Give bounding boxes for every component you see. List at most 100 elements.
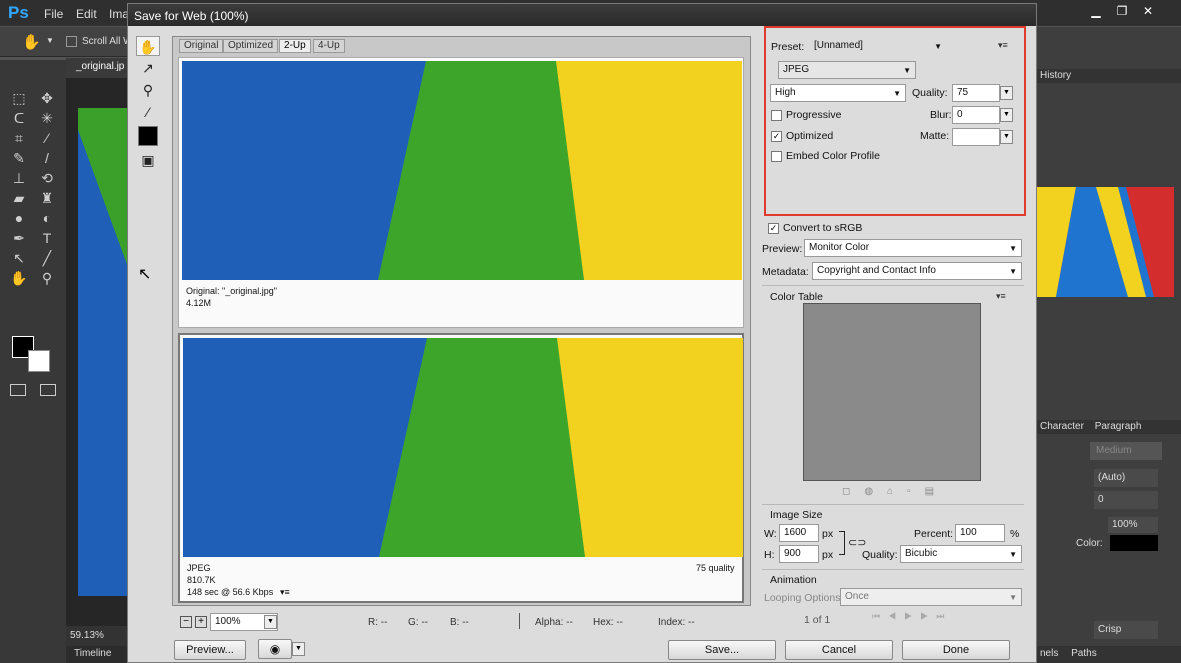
- blur-dropdown-icon[interactable]: ▼: [1000, 108, 1013, 122]
- magic-wand-icon[interactable]: ✳: [36, 108, 58, 128]
- looping-select[interactable]: Once ▼: [840, 588, 1022, 606]
- quality-dropdown-icon[interactable]: ▼: [1000, 86, 1013, 100]
- vertical-scale-field[interactable]: 100%: [1108, 517, 1158, 533]
- zoom-tool-icon[interactable]: ⚲: [36, 268, 58, 288]
- width-field[interactable]: 1600: [779, 524, 819, 542]
- screen-mode-icon[interactable]: [40, 384, 56, 396]
- preview-button[interactable]: Preview...: [174, 640, 246, 660]
- scroll-all-checkbox[interactable]: [66, 36, 77, 47]
- eraser-tool-icon[interactable]: ▰: [8, 188, 30, 208]
- zoom-tool-icon[interactable]: ⚲: [136, 80, 160, 100]
- optimized-pane[interactable]: JPEG 810.7K 148 sec @ 56.6 Kbps ▾≡ 75 qu…: [178, 333, 744, 603]
- document-tab[interactable]: _original.jp: [66, 58, 136, 78]
- optimized-checkbox[interactable]: ✓: [771, 131, 782, 142]
- zoom-out-button[interactable]: −: [180, 616, 192, 628]
- line-tool-icon[interactable]: ╱: [36, 248, 58, 268]
- hand-tool-icon[interactable]: ✋: [22, 33, 41, 51]
- eyedropper-tool-icon[interactable]: ⁄: [136, 102, 160, 122]
- zoom-dropdown-icon[interactable]: ▼: [264, 615, 277, 629]
- anti-alias-select[interactable]: Crisp: [1094, 621, 1158, 639]
- matte-dropdown-icon[interactable]: ▼: [1000, 130, 1013, 144]
- first-frame-icon[interactable]: ⏮: [872, 611, 888, 621]
- tab-original[interactable]: Original: [179, 39, 224, 53]
- menu-image[interactable]: Ima: [109, 7, 129, 21]
- percent-field[interactable]: 100: [955, 524, 1005, 542]
- tab-paths[interactable]: Paths: [1071, 648, 1097, 659]
- quick-mask-icon[interactable]: [10, 384, 26, 396]
- original-pane[interactable]: Original: "_original.jpg" 4.12M: [178, 57, 744, 328]
- chevron-down-icon[interactable]: ▼: [46, 36, 54, 45]
- slice-select-tool-icon[interactable]: ↗: [136, 58, 160, 78]
- close-icon[interactable]: ✕: [1135, 2, 1161, 22]
- tab-paragraph[interactable]: Paragraph: [1095, 421, 1142, 432]
- eyedropper-tool-icon[interactable]: ⁄: [36, 128, 58, 148]
- resample-quality-select[interactable]: Bicubic ▼: [900, 545, 1022, 563]
- optimize-menu-icon[interactable]: ▾≡: [998, 40, 1008, 51]
- leading-select[interactable]: (Auto): [1094, 469, 1158, 487]
- menu-file[interactable]: File: [44, 7, 63, 21]
- tracking-select[interactable]: 0: [1094, 491, 1158, 509]
- metadata-select[interactable]: Copyright and Contact Info ▼: [812, 262, 1022, 280]
- trash-icon[interactable]: ▤: [925, 486, 948, 497]
- history-tab[interactable]: History: [1036, 69, 1181, 83]
- done-button[interactable]: Done: [902, 640, 1010, 660]
- maximize-icon[interactable]: ❐: [1109, 2, 1135, 22]
- marquee-tool-icon[interactable]: ⬚: [8, 88, 30, 108]
- map-color-icon[interactable]: ◻: [842, 486, 864, 497]
- link-icon[interactable]: ⊂⊃: [848, 536, 866, 549]
- embed-profile-checkbox[interactable]: [771, 151, 782, 162]
- path-select-tool-icon[interactable]: ↖: [8, 248, 30, 268]
- tab-optimized[interactable]: Optimized: [223, 39, 279, 53]
- dodge-tool-icon[interactable]: ◐: [36, 208, 58, 228]
- cancel-button[interactable]: Cancel: [785, 640, 893, 660]
- hand-tool-icon[interactable]: ✋: [136, 36, 160, 56]
- color-table-menu-icon[interactable]: ▾≡: [996, 291, 1006, 302]
- quality-field[interactable]: 75: [952, 84, 1000, 102]
- font-style-select[interactable]: Medium: [1090, 442, 1162, 460]
- stamp-tool-icon[interactable]: ⊥: [8, 168, 30, 188]
- format-select[interactable]: JPEG ▼: [778, 61, 916, 79]
- lock-color-icon[interactable]: ⌂: [887, 486, 907, 497]
- history-brush-icon[interactable]: ⟲: [36, 168, 58, 188]
- text-color-swatch[interactable]: [1110, 535, 1158, 551]
- toggle-slices-icon[interactable]: ▣: [136, 150, 160, 170]
- menu-edit[interactable]: Edit: [76, 7, 97, 21]
- tab-2-up[interactable]: 2-Up: [279, 39, 311, 53]
- browser-dropdown-icon[interactable]: ▼: [292, 642, 305, 656]
- matte-select[interactable]: [952, 128, 1000, 146]
- hand-tool-icon[interactable]: ✋: [8, 268, 30, 288]
- pen-tool-icon[interactable]: ✒: [8, 228, 30, 248]
- next-frame-icon[interactable]: ▶: [920, 611, 936, 621]
- web-snap-icon[interactable]: ◍: [864, 486, 887, 497]
- tab-character[interactable]: Character: [1040, 421, 1084, 432]
- tab-4-up[interactable]: 4-Up: [313, 39, 345, 53]
- background-color-swatch[interactable]: [28, 350, 50, 372]
- convert-srgb-checkbox[interactable]: ✓: [768, 223, 779, 234]
- lasso-tool-icon[interactable]: ᑕ: [8, 108, 30, 128]
- browser-preview-button[interactable]: ◉: [258, 639, 292, 659]
- preview-select[interactable]: Monitor Color ▼: [804, 239, 1022, 257]
- blur-field[interactable]: 0: [952, 106, 1000, 124]
- zoom-in-button[interactable]: +: [195, 616, 207, 628]
- bucket-tool-icon[interactable]: ♜: [36, 188, 58, 208]
- play-icon[interactable]: ▶: [904, 611, 920, 621]
- minimize-icon[interactable]: ▁: [1083, 2, 1109, 22]
- pencil-tool-icon[interactable]: /: [36, 148, 58, 168]
- height-field[interactable]: 900: [779, 545, 819, 563]
- brush-tool-icon[interactable]: ✎: [8, 148, 30, 168]
- timeline-tab[interactable]: Timeline: [66, 646, 136, 663]
- blur-tool-icon[interactable]: ●: [8, 208, 30, 228]
- last-frame-icon[interactable]: ⏭: [936, 611, 952, 621]
- compression-select[interactable]: High ▼: [770, 84, 906, 102]
- move-tool-icon[interactable]: ✥: [36, 88, 58, 108]
- prev-frame-icon[interactable]: ◀: [888, 611, 904, 621]
- color-table[interactable]: [803, 303, 981, 481]
- crop-tool-icon[interactable]: ⌗: [8, 128, 30, 148]
- save-button[interactable]: Save...: [668, 640, 776, 660]
- progressive-checkbox[interactable]: [771, 110, 782, 121]
- new-color-icon[interactable]: ▫: [907, 486, 925, 497]
- preset-select[interactable]: [Unnamed] ▼: [810, 38, 946, 56]
- pane-menu-icon[interactable]: ▾≡: [280, 587, 290, 598]
- type-tool-icon[interactable]: T: [36, 228, 58, 248]
- eyedropper-color-swatch[interactable]: [138, 126, 158, 146]
